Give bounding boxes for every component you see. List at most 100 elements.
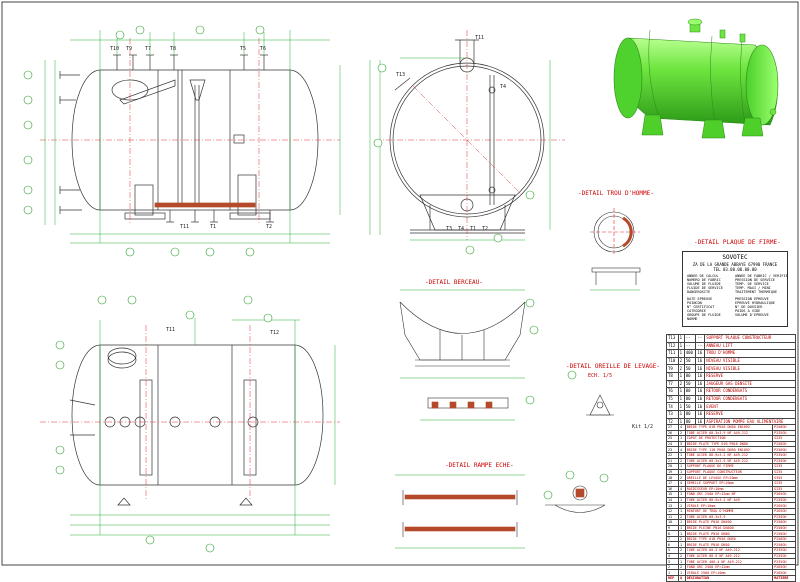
parts-cell-des: DESIGNATION [684, 575, 774, 582]
plan-view-label: T12 [270, 330, 280, 336]
nozzle-table-row: T13 1 -- -- SUPPORT PLAQUE CONSTRUCTEUR [666, 334, 796, 343]
saddle-detail-title: -DETAIL BERCEAU- [425, 279, 483, 286]
nozzle-cell-pn: 16 [695, 349, 706, 358]
nozzle-cell-des: TROU D'HOMME [704, 349, 796, 358]
parts-cell-q: Q [678, 575, 686, 582]
side-bottom-label: T2 [482, 226, 489, 232]
nozzle-cell-pn: -- [695, 334, 706, 343]
plan-dimensions [70, 318, 336, 536]
nozzle-cell-pn: -- [695, 341, 706, 351]
nozzle-cell-dn: 50 [683, 356, 697, 366]
nozzle-cell-des: RETOUR CONDENSATS [704, 394, 796, 404]
nozzle-cell-dn: 80 [683, 371, 697, 381]
saddle-bubbles [525, 298, 539, 405]
side-view-label: T11 [475, 35, 485, 41]
nozzle-cell-rep: T6 [666, 387, 679, 396]
nozzle-cell-dn: 50 [683, 402, 697, 411]
front-view-label: T9 [126, 46, 133, 52]
nameplate-field: NORME [687, 317, 698, 321]
front-view-label: T6 [260, 46, 267, 52]
end-view-dimensions [369, 57, 551, 241]
nozzle-cell-dn: 50 [683, 364, 697, 373]
end-view-bubbles [373, 63, 535, 255]
nozzle-cell-pn: 16 [695, 364, 706, 373]
nozzle-cell-dn: 50 [683, 379, 697, 389]
nozzle-cell-pn: 16 [695, 356, 706, 366]
front-view-label: T7 [145, 46, 152, 52]
manhole-detail [590, 208, 641, 291]
ladder-detail-title: -DETAIL RAMPE ECHE- [445, 462, 514, 469]
nozzle-table-row: T11 1 400 16 TROU D'HOMME [666, 349, 796, 358]
side-bottom-label: T4 [458, 226, 465, 232]
side-bottom-label: T3 [446, 226, 453, 232]
nozzle-cell-des: RESERVE [704, 409, 796, 419]
end-view-centerlines [375, 30, 565, 240]
side-bottom-label: T1 [470, 226, 477, 232]
nameplate-company: SOVOTEC [722, 254, 748, 261]
nozzle-table-row: T3 1 80 16 RESERVE [666, 409, 796, 419]
plan-bubbles [55, 295, 273, 553]
nozzle-cell-dn: -- [683, 341, 697, 351]
plan-view [69, 344, 324, 506]
front-view-label: T1 [210, 224, 217, 230]
nozzle-cell-rep: T10 [666, 356, 679, 366]
front-view-label: T2 [266, 224, 273, 230]
nozzle-cell-rep: T3 [666, 409, 679, 419]
plan-view-label: T11 [166, 327, 176, 333]
nozzle-cell-rep: T5 [666, 394, 679, 404]
front-view-label: T5 [240, 46, 247, 52]
manhole-detail-title: -DETAIL TROU D'HOMME- [578, 190, 654, 197]
nozzle-cell-rep: T12 [666, 341, 679, 351]
nozzle-table-row: T10 2 50 16 NIVEAU VISIBLE [666, 356, 796, 366]
nameplate-address-2: TEL 03.00.00.00.00 [713, 267, 757, 272]
nozzle-cell-pn: 16 [695, 394, 706, 404]
side-view-label: T13 [396, 72, 406, 78]
nameplate-field: TRAITEMENT THERMIQUE [735, 290, 778, 294]
front-view-label: T8 [170, 46, 177, 52]
isometric-tank-render [613, 18, 779, 139]
front-centerlines [40, 38, 340, 225]
nozzle-cell-rep: T13 [666, 334, 679, 343]
nozzle-cell-dn: 400 [683, 349, 697, 358]
nozzle-table-row: T8 1 80 16 RESERVE [666, 371, 796, 381]
nozzle-table-row: T9 2 50 16 NIVEAU VISIBLE [666, 364, 796, 373]
parts-list-table: 27 4 BRIDE TYPE 01B PN16 DN50 EN1092 P250GH… [665, 424, 796, 582]
scale-note: ECH. 1/5 [588, 373, 613, 379]
nameplate-detail-title: -DETAIL PLAQUE DE FIRME- [694, 239, 781, 246]
front-item-bubbles [23, 25, 265, 257]
front-view-label: T11 [180, 224, 190, 230]
nozzle-cell-dn: 80 [683, 409, 697, 419]
nozzle-cell-des: NIVEAU VISIBLE [704, 364, 796, 373]
nozzle-table-row: T12 1 -- -- ANNEAU LIFT [666, 341, 796, 351]
nozzle-cell-pn: 16 [695, 409, 706, 419]
nozzle-cell-rep: T8 [666, 371, 679, 381]
lifting-detail-title: -DETAIL OREILLE DE LEVAGE- [566, 363, 660, 370]
nozzle-cell-dn: -- [683, 334, 697, 343]
nozzle-cell-des: ANNEAU LIFT [704, 341, 796, 351]
nozzle-table-row: T6 1 80 16 RETOUR CONDENSATS [666, 387, 796, 396]
nozzle-table-row: T7 2 50 16 JAUGEUR GAS DENSITE [666, 379, 796, 389]
nozzle-cell-pn: 16 [695, 402, 706, 411]
nozzle-cell-des: RESERVE [704, 371, 796, 381]
kit-note: Kit 1/2 [632, 424, 654, 430]
nozzle-cell-rep: T9 [666, 364, 679, 373]
nameplate-field: VOLUME D'EPREUVE [735, 313, 769, 317]
nameplate-field: DANGEROSITE [687, 290, 711, 294]
nozzle-cell-des: RETOUR CONDENSATS [704, 387, 796, 396]
nozzle-cell-des: NIVEAU VISIBLE [704, 356, 796, 366]
ladder-detail [395, 470, 609, 549]
nozzle-table-row: T4 1 50 16 EVENT [666, 402, 796, 411]
nozzle-cell-des: JAUGEUR GAS DENSITE [704, 379, 796, 389]
front-view-label: T10 [110, 46, 120, 52]
nozzle-cell-dn: 80 [683, 387, 697, 396]
parts-cell-rep: REP [665, 575, 680, 582]
nozzle-cell-pn: 16 [695, 379, 706, 389]
nozzle-cell-pn: 16 [695, 371, 706, 381]
front-dimensions [44, 30, 341, 244]
nozzle-cell-rep: T7 [666, 379, 679, 389]
front-elevation-view [59, 54, 319, 223]
parts-table-header: REP Q DESIGNATION MATIERE [665, 575, 796, 582]
parts-cell-mat: MATIERE [772, 575, 796, 582]
nozzle-cell-pn: 16 [695, 387, 706, 396]
nozzle-cell-rep: T11 [666, 349, 679, 358]
